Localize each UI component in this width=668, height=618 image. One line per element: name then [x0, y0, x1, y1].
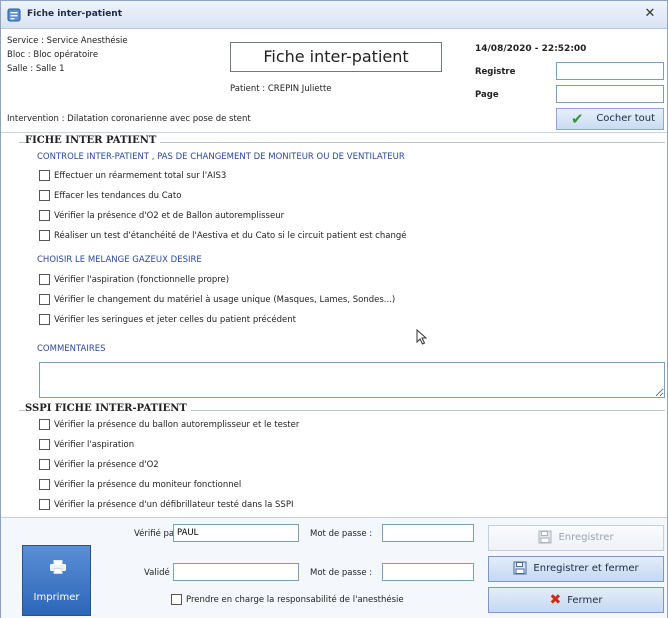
comments-textarea[interactable]	[39, 362, 665, 398]
checklist-label: Effectuer un réarmement total sur l'AIS3	[54, 170, 227, 181]
save-icon	[513, 561, 527, 575]
checklist-label: Vérifier le changement du matériel à usa…	[54, 294, 396, 305]
fermer-button[interactable]: ✖ Fermer	[488, 587, 664, 613]
checklist-item[interactable]: Vérifier la présence d'O2 et de Ballon a…	[39, 210, 284, 224]
fiche-inter-patient-window: Fiche inter-patient ✕ Service : Service …	[0, 0, 668, 618]
checklist-label: Vérifier la présence du moniteur fonctio…	[54, 479, 242, 490]
checkbox[interactable]	[39, 170, 50, 181]
checklist-label: Vérifier la présence du ballon autorempl…	[54, 419, 300, 430]
checkbox[interactable]	[39, 230, 50, 241]
section2-title: SSPI FICHE INTER-PATIENT	[25, 403, 191, 414]
salle-text: Salle : Salle 1	[7, 64, 65, 74]
bottom-panel: Imprimer Vérifié par : Mot de passe : Va…	[1, 517, 667, 618]
intervention-text: Intervention : Dilatation coronarienne a…	[7, 114, 251, 124]
print-label: Imprimer	[33, 592, 80, 603]
responsabilite-checkbox-row[interactable]: Prendre en charge la responsabilité de l…	[171, 594, 404, 608]
checklist-item[interactable]: Vérifier l'aspiration (fonctionnelle pro…	[39, 274, 229, 288]
checklist-label: Vérifier les seringues et jeter celles d…	[54, 314, 297, 325]
window-title: Fiche inter-patient	[27, 9, 123, 19]
enregistrer-button[interactable]: Enregistrer	[488, 525, 664, 551]
patient-header: Service : Service Anesthésie Bloc : Bloc…	[1, 30, 667, 133]
mot-de-passe-input-2[interactable]	[382, 563, 474, 581]
registre-label: Registre	[475, 67, 516, 77]
checkbox[interactable]	[39, 210, 50, 221]
mot-de-passe-label: Mot de passe :	[310, 568, 373, 578]
checklist-item[interactable]: Vérifier les seringues et jeter celles d…	[39, 314, 296, 328]
checklist-label: Effacer les tendances du Cato	[54, 190, 182, 201]
checklist-item[interactable]: Vérifier la présence du moniteur fonctio…	[39, 479, 241, 493]
title-bar: Fiche inter-patient ✕	[1, 1, 667, 29]
checkbox[interactable]	[39, 459, 50, 470]
cocher-tout-label: Cocher tout	[596, 113, 655, 124]
checklist-label: Vérifier la présence d'O2	[54, 459, 159, 470]
cocher-tout-button[interactable]: ✔ Cocher tout	[556, 108, 664, 130]
valide-par-input[interactable]	[173, 563, 299, 581]
mot-de-passe-label: Mot de passe :	[310, 529, 373, 539]
checkbox[interactable]	[39, 419, 50, 430]
checkbox[interactable]	[39, 314, 50, 325]
checklist-label: Vérifier la présence d'O2 et de Ballon a…	[54, 210, 285, 221]
enregistrer-label: Enregistrer	[558, 532, 614, 543]
close-button[interactable]: ✕	[639, 4, 661, 24]
checklist-item[interactable]: Vérifier la présence du ballon autorempl…	[39, 419, 299, 433]
checkmark-icon: ✔	[571, 110, 584, 128]
form-icon	[7, 8, 21, 22]
mouse-cursor-icon	[416, 329, 428, 345]
verifie-par-input[interactable]	[173, 524, 299, 542]
save-icon	[538, 530, 552, 544]
bloc-text: Bloc : Bloc opératoire	[7, 50, 99, 60]
checklist-item[interactable]: Vérifier la présence d'un défibrillateur…	[39, 499, 293, 513]
patient-text: Patient : CREPIN Juliette	[230, 84, 332, 94]
section1-subtitle-controle: CONTROLE INTER-PATIENT , PAS DE CHANGEME…	[37, 152, 405, 162]
checklist-item[interactable]: Effectuer un réarmement total sur l'AIS3	[39, 170, 226, 184]
checkbox[interactable]	[39, 190, 50, 201]
page-label: Page	[475, 90, 499, 100]
service-text: Service : Service Anesthésie	[7, 36, 128, 46]
checklist-item[interactable]: Effacer les tendances du Cato	[39, 190, 181, 204]
printer-icon	[50, 560, 66, 574]
print-button[interactable]: Imprimer	[22, 545, 91, 616]
checkbox[interactable]	[39, 439, 50, 450]
checkbox[interactable]	[171, 594, 182, 605]
form-title: Fiche inter-patient	[230, 42, 442, 72]
comments-label: COMMENTAIRES	[37, 344, 106, 354]
enregistrer-fermer-label: Enregistrer et fermer	[533, 563, 639, 574]
section1-subtitle-melange: CHOISIR LE MELANGE GAZEUX DESIRE	[37, 255, 202, 265]
checklist-label: Vérifier la présence d'un défibrillateur…	[54, 499, 294, 510]
checklist-label: Vérifier l'aspiration	[54, 439, 135, 450]
checkbox[interactable]	[39, 274, 50, 285]
page-input[interactable]	[556, 85, 664, 103]
checkbox[interactable]	[39, 499, 50, 510]
checklist-item[interactable]: Réaliser un test d'étanchéité de l'Aesti…	[39, 230, 406, 244]
enregistrer-fermer-button[interactable]: Enregistrer et fermer	[488, 556, 664, 582]
checklist-item[interactable]: Vérifier l'aspiration	[39, 439, 134, 453]
close-x-icon: ✖	[549, 592, 562, 608]
checklist-item[interactable]: Vérifier la présence d'O2	[39, 459, 159, 473]
checkbox[interactable]	[39, 479, 50, 490]
fermer-label: Fermer	[567, 595, 603, 606]
section1-title: FICHE INTER PATIENT	[25, 135, 161, 146]
checklist-label: Réaliser un test d'étanchéité de l'Aesti…	[54, 230, 407, 241]
registre-input[interactable]	[556, 62, 664, 80]
datetime-text: 14/08/2020 - 22:52:00	[475, 44, 587, 54]
checklist-item[interactable]: Vérifier le changement du matériel à usa…	[39, 294, 395, 308]
checklist-label: Vérifier l'aspiration (fonctionnelle pro…	[54, 274, 230, 285]
responsabilite-label: Prendre en charge la responsabilité de l…	[186, 594, 404, 605]
mot-de-passe-input-1[interactable]	[382, 524, 474, 542]
checkbox[interactable]	[39, 294, 50, 305]
